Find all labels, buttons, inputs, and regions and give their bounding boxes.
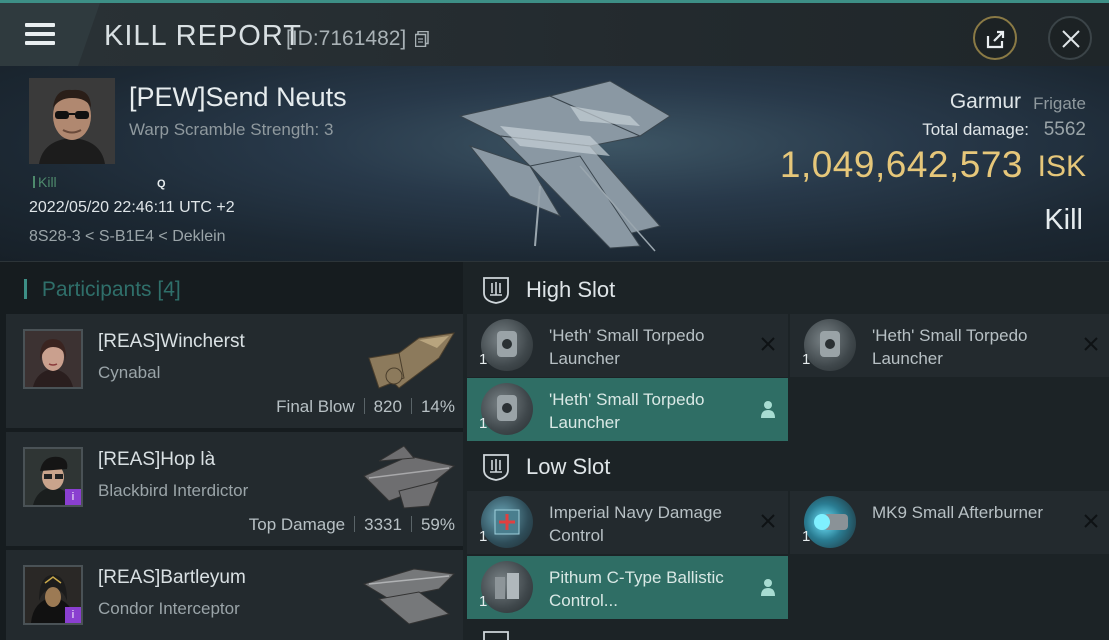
kill-datetime: 2022/05/20 22:46:11 UTC +2 xyxy=(29,199,235,216)
destroyed-x-icon xyxy=(761,337,775,351)
low-slot-title: Low Slot xyxy=(526,454,611,479)
item-name: Pithum C-Type Ballistic Control... xyxy=(549,568,724,610)
item-name: 'Heth' Small Torpedo Launcher xyxy=(549,390,705,432)
participant-row[interactable]: i [REAS]Hop là Blackbird Interdictor Top… xyxy=(6,432,463,548)
item-quantity: 1 xyxy=(479,593,488,610)
dropped-person-icon xyxy=(761,579,775,596)
participant-percent: 14% xyxy=(420,397,455,416)
report-id: [ID:7161482] xyxy=(286,27,407,50)
share-button[interactable] xyxy=(973,16,1017,60)
victim-name[interactable]: [PEW]Send Neuts xyxy=(129,82,347,113)
participants-count: [4] xyxy=(157,278,181,301)
participant-ship-image[interactable] xyxy=(359,554,459,632)
item-name: Imperial Navy Damage Control xyxy=(549,503,722,545)
participant-avatar[interactable]: i xyxy=(23,447,83,507)
damage-control-icon xyxy=(481,496,533,548)
victim-ship-name[interactable]: Garmur xyxy=(950,90,1021,114)
victim-ship-image[interactable] xyxy=(440,76,680,256)
total-damage-value: 5562 xyxy=(1043,119,1086,140)
fitting-panel: High Slot 1 'Heth' Small Torpedo Launche… xyxy=(463,262,1109,640)
participants-label: Participants xyxy=(41,278,152,301)
participant-avatar[interactable]: i xyxy=(23,565,83,625)
participant-ship[interactable]: Cynabal xyxy=(98,363,160,383)
ballistic-control-icon xyxy=(481,561,533,613)
kill-tag: Kill xyxy=(33,174,57,190)
close-button[interactable] xyxy=(1048,16,1092,60)
high-slot-icon xyxy=(483,277,509,304)
share-icon xyxy=(986,30,1005,49)
participant-ship-image[interactable] xyxy=(359,318,459,396)
participant-stat-label: Top Damage xyxy=(248,515,346,534)
torpedo-launcher-icon xyxy=(481,383,533,435)
participant-name[interactable]: [REAS]Hop là xyxy=(98,449,215,471)
mid-slot-icon xyxy=(483,631,509,640)
item-quantity: 1 xyxy=(479,351,488,368)
item-name: 'Heth' Small Torpedo Launcher xyxy=(549,326,705,368)
result-label: Kill xyxy=(1044,204,1083,236)
total-damage-label: Total damage: xyxy=(922,120,1029,139)
fitting-item[interactable]: 1 'Heth' Small Torpedo Launcher xyxy=(790,314,1109,377)
menu-button[interactable] xyxy=(0,3,100,66)
participants-panel: Participants [4] [REAS]Wincherst Cynabal xyxy=(0,262,463,640)
isk-unit: ISK xyxy=(1037,150,1086,183)
torpedo-launcher-icon xyxy=(481,319,533,371)
destroyed-x-icon xyxy=(1084,337,1098,351)
victim-banner: [PEW]Send Neuts Warp Scramble Strength: … xyxy=(0,66,1109,262)
participant-damage: 3331 xyxy=(364,515,402,534)
page-title: KILL REPORT xyxy=(104,20,302,52)
participant-damage: 820 xyxy=(373,397,402,416)
participant-stat-label: Final Blow xyxy=(276,397,355,416)
fitting-item[interactable]: 1 Pithum C-Type Ballistic Control... xyxy=(467,556,788,619)
destroyed-x-icon xyxy=(761,514,775,528)
fitting-item[interactable]: 1 Imperial Navy Damage Control xyxy=(467,491,788,554)
dropped-person-icon xyxy=(761,401,775,418)
victim-subtitle: Warp Scramble Strength: 3 xyxy=(129,120,334,139)
low-slot-icon xyxy=(483,454,509,481)
participant-stats: Final Blow 820 14% xyxy=(276,397,455,417)
corp-badge-icon: i xyxy=(65,489,81,505)
participant-ship[interactable]: Condor Interceptor xyxy=(98,599,240,619)
participant-name[interactable]: [REAS]Wincherst xyxy=(98,331,245,353)
isk-value: 1,049,642,573 xyxy=(779,144,1023,185)
participant-stats: Top Damage 3331 59% xyxy=(249,515,455,535)
item-quantity: 1 xyxy=(479,528,488,545)
participant-ship[interactable]: Blackbird Interdictor xyxy=(98,481,248,501)
item-name: 'Heth' Small Torpedo Launcher xyxy=(872,326,1028,368)
participant-ship-image[interactable] xyxy=(359,436,459,514)
item-quantity: 1 xyxy=(802,528,811,545)
close-icon xyxy=(1062,30,1080,48)
participant-percent: 59% xyxy=(420,515,455,534)
copy-icon[interactable] xyxy=(415,31,429,47)
participant-row[interactable]: [REAS]Wincherst Cynabal Final Blow 820 14% xyxy=(6,314,463,430)
participants-header: Participants [4] xyxy=(24,278,181,302)
fitting-item[interactable]: 1 MK9 Small Afterburner xyxy=(790,491,1109,554)
q-tag: Q xyxy=(157,178,166,190)
item-quantity: 1 xyxy=(479,415,488,432)
fitting-item[interactable]: 1 'Heth' Small Torpedo Launcher xyxy=(467,378,788,441)
item-quantity: 1 xyxy=(802,351,811,368)
victim-ship-class: Frigate xyxy=(1033,94,1086,113)
header-bar: KILL REPORT [ID:7161482] xyxy=(0,0,1109,66)
destroyed-x-icon xyxy=(1084,514,1098,528)
kill-location[interactable]: 8S28-3 < S-B1E4 < Deklein xyxy=(29,228,226,246)
participant-name[interactable]: [REAS]Bartleyum xyxy=(98,567,246,589)
menu-icon xyxy=(25,23,55,50)
corp-badge-icon: i xyxy=(65,607,81,623)
victim-portrait[interactable] xyxy=(29,78,115,164)
item-name: MK9 Small Afterburner xyxy=(872,503,1044,522)
torpedo-launcher-icon xyxy=(804,319,856,371)
afterburner-icon xyxy=(804,496,856,548)
participant-avatar[interactable] xyxy=(23,329,83,389)
fitting-item[interactable]: 1 'Heth' Small Torpedo Launcher xyxy=(467,314,788,377)
participant-row[interactable]: i [REAS]Bartleyum Condor Interceptor xyxy=(6,550,463,640)
high-slot-title: High Slot xyxy=(526,277,616,302)
